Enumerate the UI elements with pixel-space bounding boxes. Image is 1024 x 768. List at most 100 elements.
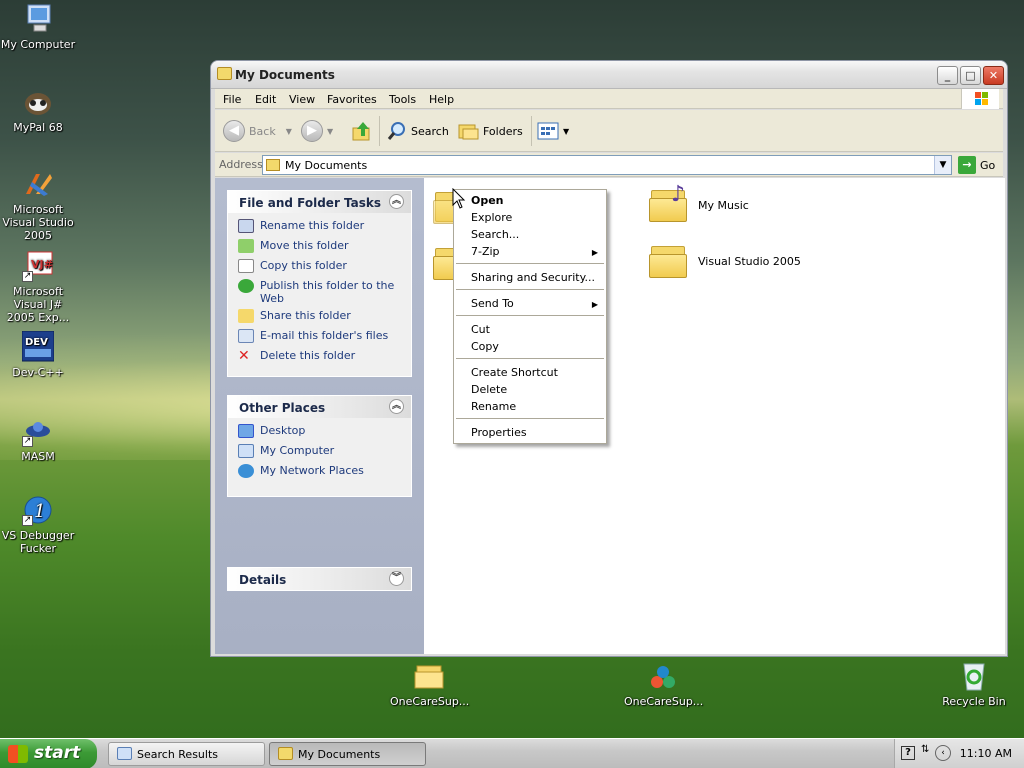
menu-separator bbox=[456, 315, 604, 316]
search-button[interactable]: Search bbox=[387, 119, 449, 143]
svg-text:DEV: DEV bbox=[25, 337, 48, 348]
folders-button[interactable]: Folders bbox=[457, 119, 523, 143]
go-button[interactable]: → Go bbox=[958, 155, 995, 175]
desktop-icon-onecare-setup[interactable]: OneCareSup... bbox=[624, 660, 703, 708]
desktop-icon-dev-cpp[interactable]: DEV Dev-C++ bbox=[0, 330, 76, 379]
task-label: E-mail this folder's files bbox=[260, 329, 389, 342]
task-copy-folder[interactable]: Copy this folder bbox=[238, 259, 411, 279]
taskbar-button-my-documents[interactable]: My Documents bbox=[269, 742, 426, 766]
network-tray-icon[interactable]: ⇅ bbox=[921, 744, 929, 755]
recycle-bin-icon bbox=[958, 660, 990, 692]
task-publish-web[interactable]: Publish this folder to the Web bbox=[238, 279, 411, 309]
menu-item-cut[interactable]: Cut bbox=[471, 323, 490, 340]
toolbar: ◀ Back ▼ ▶ ▼ Search Folders ▼ bbox=[215, 110, 1003, 152]
chevron-down-icon[interactable]: ︾ bbox=[389, 571, 404, 586]
move-icon bbox=[238, 239, 254, 253]
folder-item-my-music[interactable]: ♪ My Music bbox=[649, 182, 749, 224]
place-my-computer[interactable]: My Computer bbox=[238, 444, 411, 464]
panel-header[interactable]: Details ︾ bbox=[228, 568, 411, 590]
task-rename-folder[interactable]: Rename this folder bbox=[238, 219, 411, 239]
svg-text:VJ#: VJ# bbox=[31, 258, 53, 271]
folder-icon bbox=[217, 67, 232, 80]
minimize-button[interactable]: _ bbox=[937, 66, 958, 85]
window-title: My Documents bbox=[235, 68, 335, 82]
menu-item-sharing-security[interactable]: Sharing and Security... bbox=[471, 271, 595, 288]
desktop-icon-visual-studio[interactable]: Microsoft Visual Studio 2005 bbox=[0, 168, 76, 242]
menu-item-properties[interactable]: Properties bbox=[471, 426, 527, 443]
taskbar-button-search-results[interactable]: Search Results bbox=[108, 742, 265, 766]
folder-item-visual-studio[interactable]: Visual Studio 2005 bbox=[649, 242, 801, 280]
desktop-icon-my-computer[interactable]: My Computer bbox=[0, 3, 76, 51]
chevron-up-icon[interactable]: ︽ bbox=[389, 194, 404, 209]
up-folder-button[interactable] bbox=[351, 119, 373, 143]
task-delete-folder[interactable]: ✕ Delete this folder bbox=[238, 349, 411, 369]
address-input[interactable]: My Documents ▼ bbox=[262, 155, 952, 175]
computer-icon bbox=[238, 444, 254, 458]
back-arrow-icon: ◀ bbox=[223, 120, 245, 142]
address-dropdown-button[interactable]: ▼ bbox=[934, 156, 951, 174]
menu-bar: File Edit View Favorites Tools Help bbox=[215, 89, 1003, 109]
copy-icon bbox=[238, 259, 254, 273]
menu-view[interactable]: View bbox=[289, 93, 315, 106]
desktop-icon-recycle-bin[interactable]: Recycle Bin bbox=[936, 660, 1012, 708]
menu-item-explore[interactable]: Explore bbox=[471, 211, 512, 228]
panel-header[interactable]: File and Folder Tasks ︽ bbox=[228, 191, 411, 213]
desktop-icon-vs-debugger[interactable]: 1 ↗ VS Debugger Fucker bbox=[0, 494, 76, 555]
menu-edit[interactable]: Edit bbox=[255, 93, 276, 106]
folder-label: My Music bbox=[698, 198, 749, 212]
desktop-icon-label: Recycle Bin bbox=[942, 695, 1006, 708]
menu-favorites[interactable]: Favorites bbox=[327, 93, 377, 106]
address-value: My Documents bbox=[285, 159, 368, 172]
desktop-icon-label: Microsoft Visual Studio 2005 bbox=[2, 203, 74, 242]
menu-item-send-to[interactable]: Send To bbox=[471, 297, 514, 314]
menu-item-7zip[interactable]: 7-Zip bbox=[471, 245, 500, 262]
clock: 11:10 AM bbox=[959, 747, 1012, 760]
submenu-arrow-icon: ▶ bbox=[591, 300, 598, 309]
task-label: Copy this folder bbox=[260, 259, 347, 272]
start-button[interactable]: start bbox=[0, 739, 97, 768]
desktop-icon-mypal[interactable]: MyPal 68 bbox=[0, 86, 76, 134]
task-label: Move this folder bbox=[260, 239, 349, 252]
forward-button[interactable]: ▶ ▼ bbox=[301, 119, 333, 143]
menu-file[interactable]: File bbox=[223, 93, 241, 106]
close-button[interactable]: ✕ bbox=[983, 66, 1004, 85]
menu-item-copy[interactable]: Copy bbox=[471, 340, 499, 357]
views-icon bbox=[537, 122, 559, 140]
up-folder-icon bbox=[352, 122, 370, 141]
menu-help[interactable]: Help bbox=[429, 93, 454, 106]
menu-item-open[interactable]: Open bbox=[471, 194, 504, 211]
chevron-up-icon[interactable]: ︽ bbox=[389, 399, 404, 414]
help-icon[interactable]: ? bbox=[901, 746, 915, 760]
title-bar[interactable]: My Documents _ □ ✕ bbox=[211, 61, 1007, 89]
menu-item-create-shortcut[interactable]: Create Shortcut bbox=[471, 366, 558, 383]
email-icon bbox=[238, 329, 254, 343]
desktop-icon-label: MyPal 68 bbox=[13, 121, 63, 134]
desktop-icon-visual-jsharp[interactable]: VJ# ↗ Microsoft Visual J# 2005 Exp... bbox=[0, 250, 76, 324]
panel-title: Other Places bbox=[239, 401, 326, 415]
file-folder-tasks-panel: File and Folder Tasks ︽ Rename this folde… bbox=[227, 190, 412, 377]
place-desktop[interactable]: Desktop bbox=[238, 424, 411, 444]
place-network[interactable]: My Network Places bbox=[238, 464, 411, 484]
forward-arrow-icon: ▶ bbox=[301, 120, 323, 142]
menu-item-rename[interactable]: Rename bbox=[471, 400, 516, 417]
panel-header[interactable]: Other Places ︽ bbox=[228, 396, 411, 418]
music-folder-icon: ♪ bbox=[649, 182, 689, 224]
views-button[interactable]: ▼ bbox=[537, 119, 569, 143]
address-label: Address bbox=[219, 158, 263, 171]
maximize-button[interactable]: □ bbox=[960, 66, 981, 85]
task-share-folder[interactable]: Share this folder bbox=[238, 309, 411, 329]
go-arrow-icon: → bbox=[958, 156, 976, 174]
desktop-icon-masm[interactable]: ↗ MASM bbox=[0, 415, 76, 463]
task-email-files[interactable]: E-mail this folder's files bbox=[238, 329, 411, 349]
place-label: Desktop bbox=[260, 424, 306, 437]
menu-tools[interactable]: Tools bbox=[389, 93, 416, 106]
task-move-folder[interactable]: Move this folder bbox=[238, 239, 411, 259]
back-label: Back bbox=[249, 124, 276, 138]
back-button[interactable]: ◀ Back ▼ bbox=[223, 119, 292, 143]
show-hidden-icons-button[interactable]: ‹ bbox=[935, 745, 951, 761]
menu-item-delete[interactable]: Delete bbox=[471, 383, 507, 400]
mypal-browser-icon bbox=[22, 86, 54, 118]
desktop-icon-onecare-folder[interactable]: OneCareSup... bbox=[390, 660, 469, 708]
menu-item-search[interactable]: Search... bbox=[471, 228, 519, 245]
system-tray: ? ⇅ ‹ 11:10 AM bbox=[894, 739, 1024, 768]
